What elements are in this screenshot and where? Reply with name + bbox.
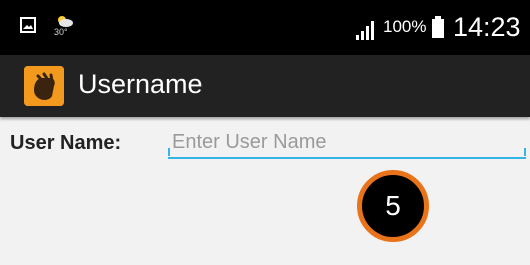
battery-icon: [432, 16, 444, 38]
username-input[interactable]: [168, 127, 526, 159]
battery-percent-text: 100%: [383, 17, 427, 36]
temperature-text: 30°: [54, 27, 68, 37]
status-bar: 30° 100% 14:23: [0, 0, 530, 55]
signal-icon: [356, 21, 374, 40]
username-label: User Name:: [10, 132, 122, 154]
username-form-row: User Name:: [0, 117, 530, 167]
clock-text: 14:23: [453, 12, 521, 42]
app-title: Username: [78, 69, 203, 99]
gallery-icon: [20, 17, 36, 33]
step-number-badge: 5: [357, 170, 429, 242]
input-underline-tick-right: [524, 148, 526, 156]
action-bar: Username: [0, 55, 530, 117]
input-underline-tick-left: [168, 148, 170, 156]
hand-icon[interactable]: [24, 66, 64, 106]
